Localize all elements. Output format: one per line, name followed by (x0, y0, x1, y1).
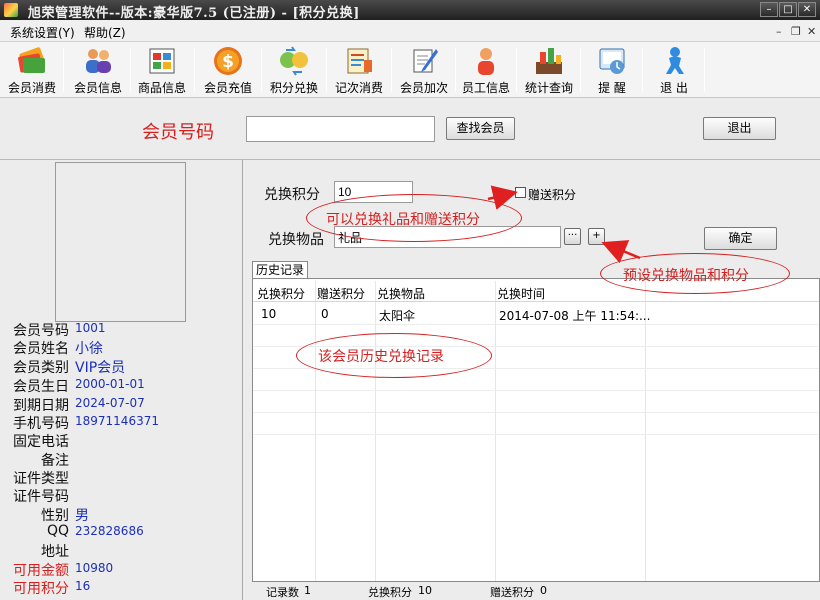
arrow-to-gift-checkbox (487, 185, 518, 210)
annotation-arrows (487, 185, 641, 264)
arrow-to-add-button (601, 240, 641, 264)
